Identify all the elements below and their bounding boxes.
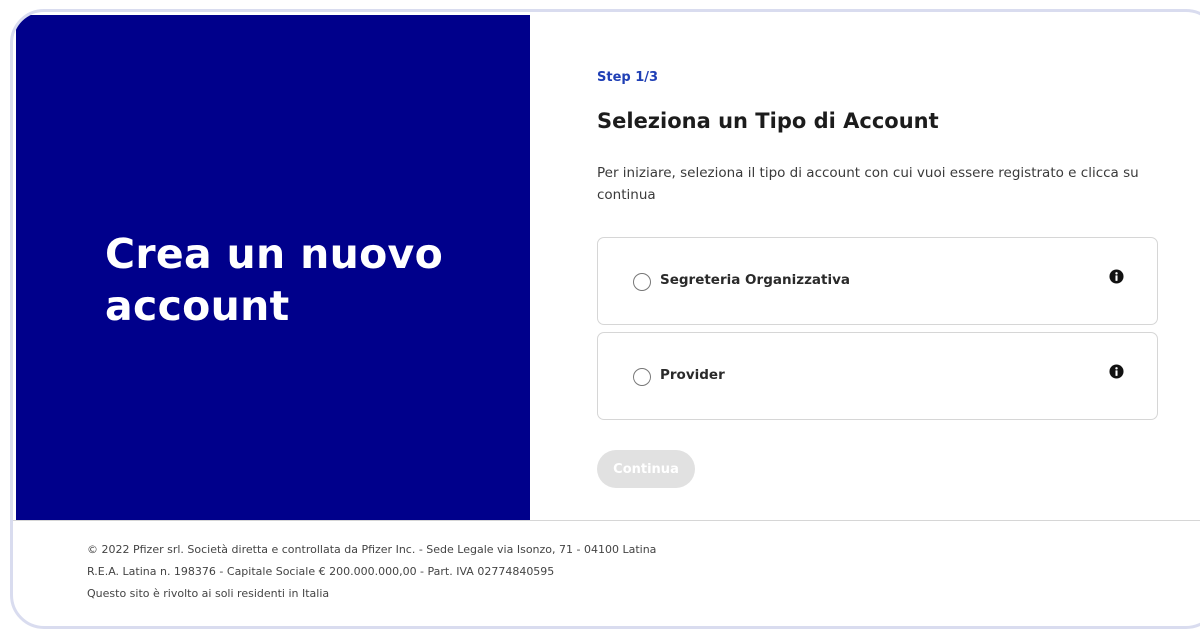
page-frame: Crea un nuovo account Step 1/3 Seleziona… — [10, 9, 1200, 629]
footer-notice: Questo sito è rivolto ai soli residenti … — [87, 587, 330, 600]
continue-button[interactable]: Continua — [597, 450, 695, 488]
option-label-segreteria: Segreteria Organizzativa — [660, 272, 851, 288]
account-type-option-provider[interactable]: Provider — [597, 332, 1158, 420]
hero-title: Crea un nuovo account — [105, 230, 444, 330]
instructions-text: Per iniziare, seleziona il tipo di accou… — [597, 165, 1139, 203]
radio-button-provider[interactable] — [633, 368, 651, 386]
hero-panel: Crea un nuovo account — [16, 15, 530, 520]
step-indicator: Step 1/3 — [597, 70, 659, 85]
option-label-provider: Provider — [660, 367, 725, 383]
info-icon[interactable] — [1109, 269, 1124, 284]
info-icon[interactable] — [1109, 364, 1124, 379]
radio-button-segreteria[interactable] — [633, 273, 651, 291]
footer: © 2022 Pfizer srl. Società diretta e con… — [87, 539, 656, 605]
page-title: Seleziona un Tipo di Account — [597, 109, 939, 133]
footer-registration: R.E.A. Latina n. 198376 - Capitale Socia… — [87, 565, 555, 578]
account-type-option-segreteria[interactable]: Segreteria Organizzativa — [597, 237, 1158, 325]
footer-copyright: © 2022 Pfizer srl. Società diretta e con… — [87, 543, 657, 556]
footer-divider — [13, 520, 1200, 521]
